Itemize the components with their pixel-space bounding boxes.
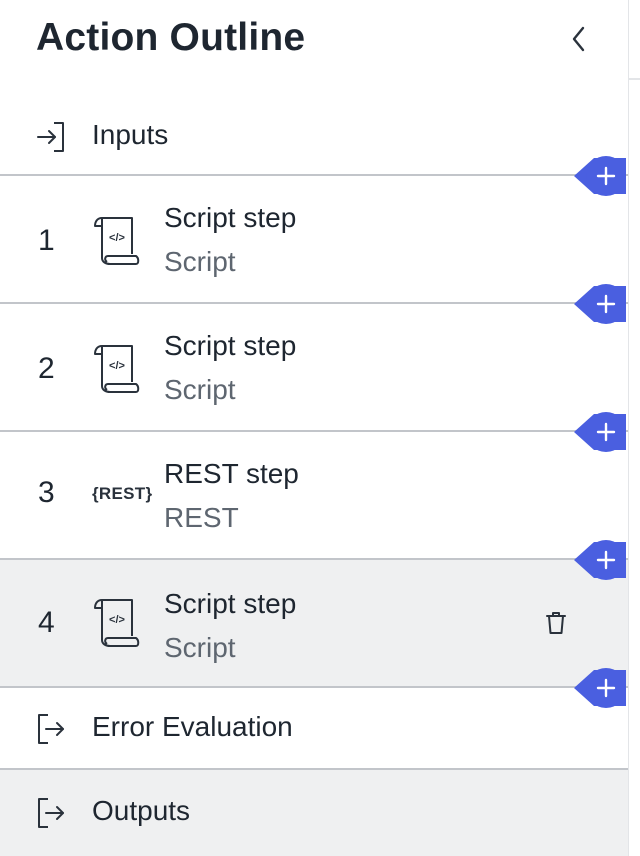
inputs-row[interactable]: Inputs bbox=[0, 100, 628, 174]
inputs-label: Inputs bbox=[92, 119, 169, 150]
step-title: Script step bbox=[164, 330, 297, 361]
step-number: 3 bbox=[38, 476, 55, 509]
outputs-row[interactable]: Outputs bbox=[0, 770, 628, 856]
sign-out-icon bbox=[38, 714, 64, 744]
edge-line bbox=[628, 0, 629, 856]
step-type: REST bbox=[164, 502, 239, 533]
panel-title: Action Outline bbox=[36, 16, 306, 59]
edge-nub bbox=[628, 78, 640, 80]
svg-text:</>: </> bbox=[109, 614, 125, 626]
step-title: Script step bbox=[164, 202, 297, 233]
add-step-button[interactable] bbox=[574, 284, 626, 324]
script-scroll-icon: </> bbox=[94, 345, 140, 393]
step-row-1[interactable]: 1 </> Script step Script bbox=[0, 176, 628, 302]
step-row-2[interactable]: 2 </> Script step Script bbox=[0, 304, 628, 430]
sign-out-icon bbox=[38, 798, 64, 828]
trash-icon[interactable] bbox=[545, 610, 567, 636]
script-scroll-icon: </> bbox=[94, 599, 140, 647]
step-row-3[interactable]: 3 {REST} REST step REST bbox=[0, 432, 628, 558]
step-title: Script step bbox=[164, 588, 297, 619]
error-evaluation-row[interactable]: Error Evaluation bbox=[0, 688, 628, 768]
svg-text:</>: </> bbox=[109, 360, 125, 372]
chevron-left-icon bbox=[572, 26, 585, 52]
error-evaluation-label: Error Evaluation bbox=[92, 711, 293, 742]
add-step-button[interactable] bbox=[574, 412, 626, 452]
add-step-button[interactable] bbox=[574, 540, 626, 580]
panel-header: Action Outline bbox=[0, 0, 628, 84]
step-number: 2 bbox=[38, 352, 55, 385]
step-type: Script bbox=[164, 246, 236, 277]
outputs-label: Outputs bbox=[92, 795, 191, 826]
step-type: Script bbox=[164, 374, 236, 405]
add-step-button[interactable] bbox=[574, 668, 626, 708]
step-number: 1 bbox=[38, 224, 55, 257]
step-type: Script bbox=[164, 632, 236, 663]
collapse-panel-button[interactable] bbox=[566, 22, 594, 56]
svg-text:</>: </> bbox=[109, 232, 125, 244]
step-number: 4 bbox=[38, 606, 55, 639]
panel-edge bbox=[628, 0, 640, 856]
action-outline-panel: Action Outline Inputs 1 </> Script step … bbox=[0, 0, 628, 856]
add-step-button[interactable] bbox=[574, 156, 626, 196]
sign-in-icon bbox=[37, 122, 64, 152]
rest-icon: {REST} bbox=[92, 484, 153, 503]
step-row-4[interactable]: 4 </> Script step Script bbox=[0, 560, 628, 686]
script-scroll-icon: </> bbox=[94, 217, 140, 265]
step-title: REST step bbox=[164, 458, 299, 489]
